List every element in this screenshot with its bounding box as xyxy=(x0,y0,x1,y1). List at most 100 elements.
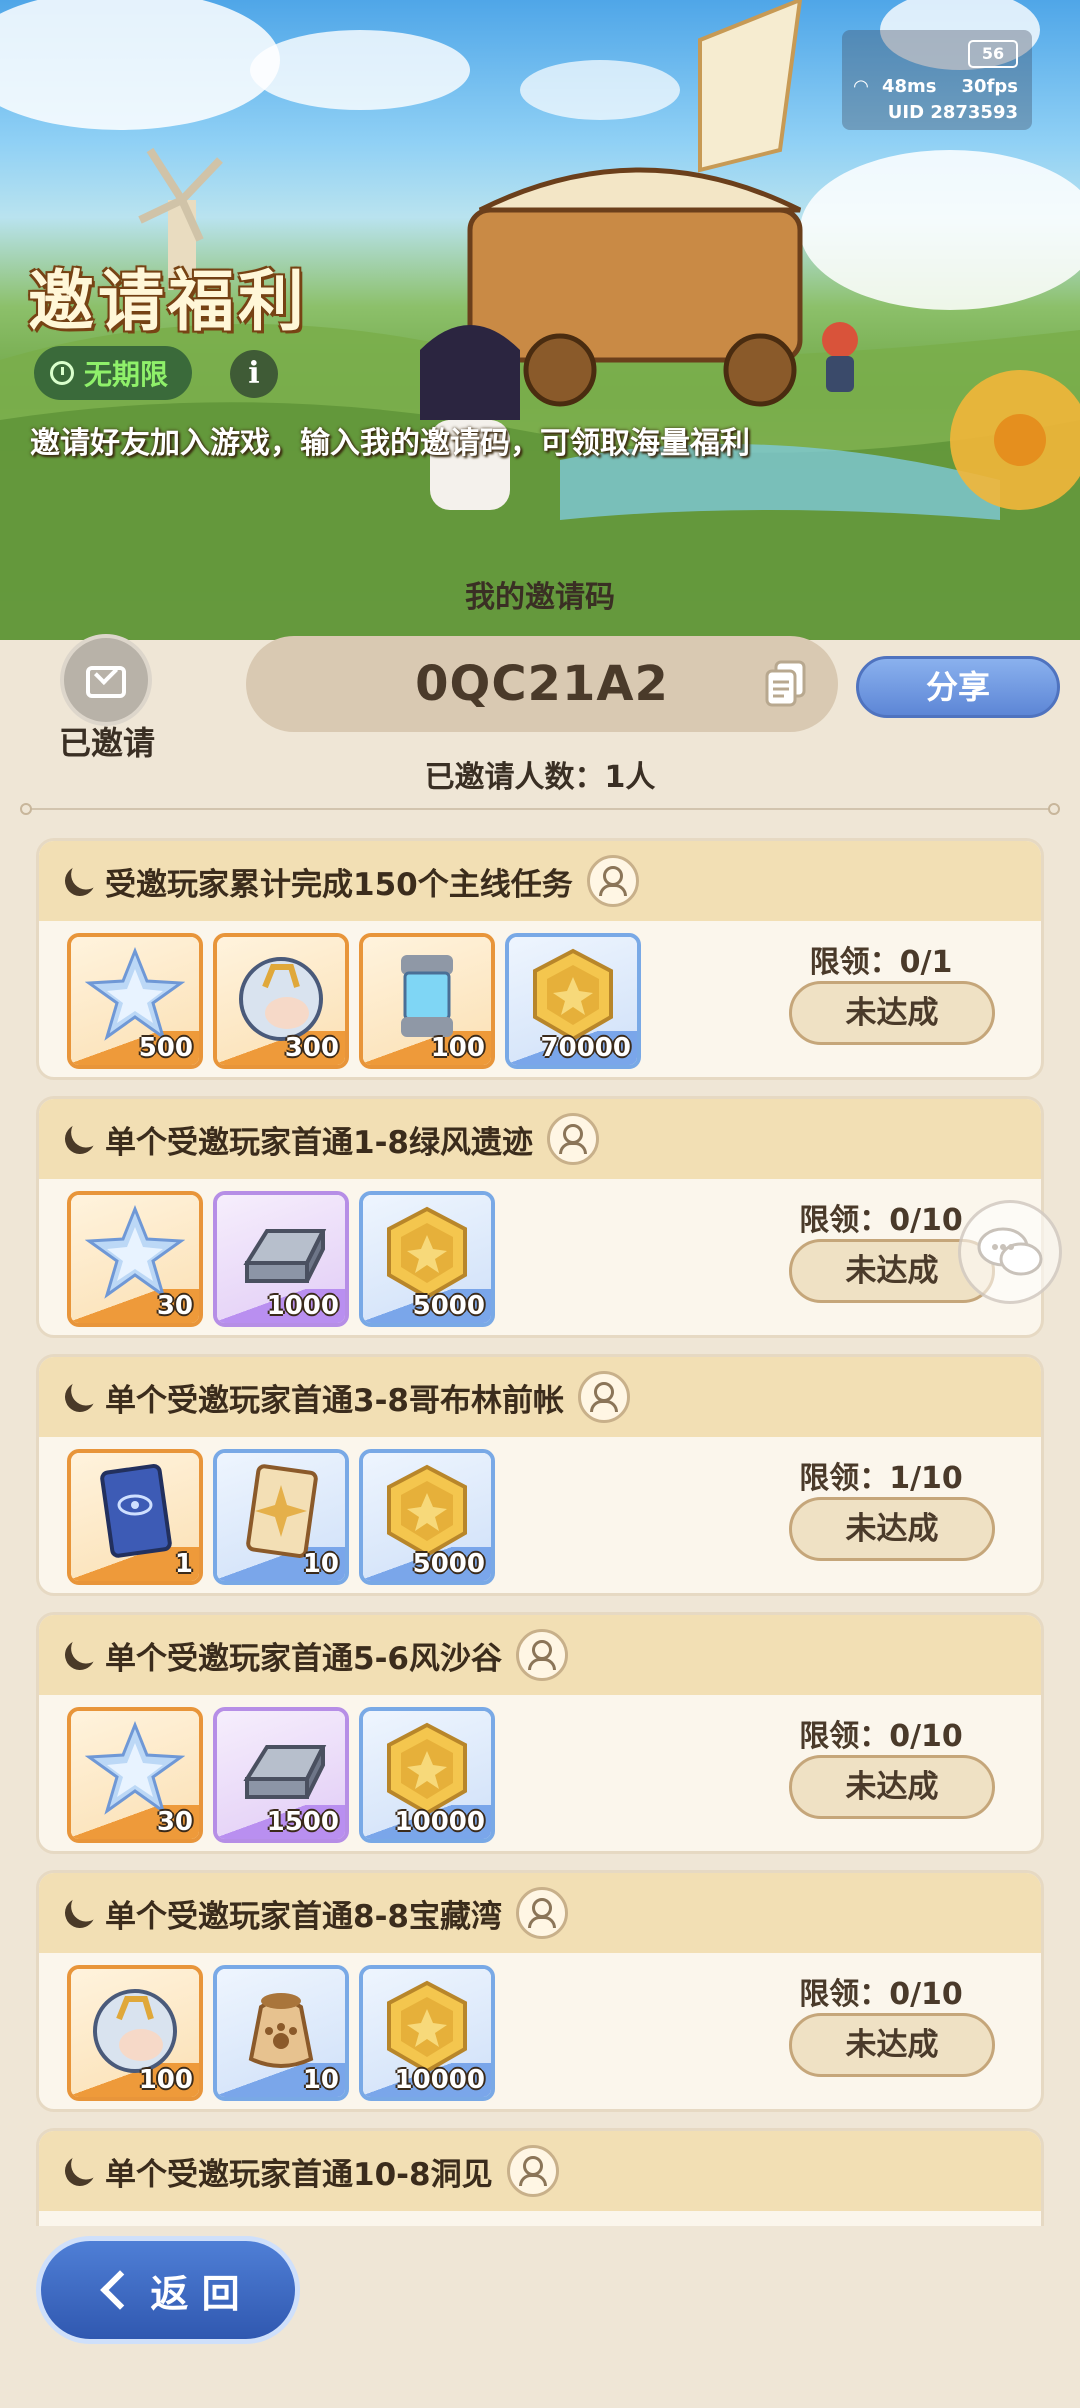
invite-code-field: 0QC21A2 xyxy=(246,636,838,732)
player-avatar-icon[interactable] xyxy=(547,1113,600,1165)
reward-item[interactable]: 100 xyxy=(67,1965,203,2101)
task-card: 单个受邀玩家首通8-8宝藏湾 100 10 10000 限领：0/10 未达成 xyxy=(36,1870,1044,2112)
reward-quantity: 5000 xyxy=(412,1291,485,1321)
reward-list: 100 10 10000 xyxy=(67,1965,495,2101)
reward-item[interactable]: 10000 xyxy=(359,1707,495,1843)
hero-banner: ◠ 56 48ms 30fps UID 2873593 邀请福利 无期限 i 邀… xyxy=(0,0,1080,640)
reward-quantity: 1500 xyxy=(266,1807,339,1837)
reward-quantity: 30 xyxy=(156,1291,193,1321)
reward-item[interactable]: 1 xyxy=(67,1449,203,1585)
reward-quantity: 10000 xyxy=(394,1807,485,1837)
chat-float-button[interactable] xyxy=(958,1200,1062,1304)
reward-item[interactable]: 10 xyxy=(213,1449,349,1585)
back-label: 返 回 xyxy=(150,2271,240,2316)
task-card: 单个受邀玩家首通1-8绿风遗迹 30 1000 5000 限领：0/10 未达成 xyxy=(36,1096,1044,1338)
moon-icon xyxy=(61,862,99,900)
reward-item[interactable]: 10000 xyxy=(359,1965,495,2101)
back-arrow-icon xyxy=(100,2270,141,2310)
moon-icon xyxy=(61,2152,99,2190)
task-title: 单个受邀玩家首通10-8洞见 xyxy=(105,2156,493,2193)
reward-item[interactable]: 30 xyxy=(67,1191,203,1327)
clock-icon xyxy=(50,361,74,385)
not-achieved-button[interactable]: 未达成 xyxy=(789,1497,995,1561)
task-list[interactable]: 受邀玩家累计完成150个主线任务 500 300 100 70000 限领：0/1 未达成单… xyxy=(36,838,1044,2226)
divider xyxy=(20,803,1060,815)
reward-quantity: 10 xyxy=(302,2065,339,2095)
back-button[interactable]: 返 回 xyxy=(36,2236,300,2344)
share-button[interactable]: 分享 xyxy=(856,656,1060,718)
page-title: 邀请福利 xyxy=(28,263,308,340)
reward-item[interactable]: 70000 xyxy=(505,933,641,1069)
reward-list: 500 300 100 70000 xyxy=(67,933,641,1069)
task-header: 单个受邀玩家首通8-8宝藏湾 xyxy=(39,1873,1041,1953)
uid-text: UID 2873593 xyxy=(887,102,1018,123)
player-avatar-icon[interactable] xyxy=(506,2145,559,2197)
reward-item[interactable]: 5000 xyxy=(359,1191,495,1327)
task-card: 单个受邀玩家首通3-8哥布林前帐 1 10 5000 限领：1/10 未达成 xyxy=(36,1354,1044,1596)
not-achieved-button[interactable]: 未达成 xyxy=(789,1755,995,1819)
task-header: 单个受邀玩家首通3-8哥布林前帐 xyxy=(39,1357,1041,1437)
player-avatar-icon[interactable] xyxy=(578,1371,631,1423)
task-title: 单个受邀玩家首通3-8哥布林前帐 xyxy=(105,1382,565,1419)
reward-quantity: 1 xyxy=(174,1549,193,1579)
period-badge: 无期限 xyxy=(34,346,193,400)
reward-quantity: 10000 xyxy=(394,2065,485,2095)
reward-quantity: 100 xyxy=(430,1033,485,1063)
task-title: 单个受邀玩家首通1-8绿风遗迹 xyxy=(105,1124,534,1161)
task-title: 单个受邀玩家首通8-8宝藏湾 xyxy=(105,1898,503,1935)
task-header: 单个受邀玩家首通5-6风沙谷 xyxy=(39,1615,1041,1695)
reward-quantity: 30 xyxy=(156,1807,193,1837)
invited-count: 已邀请人数：1人 xyxy=(424,760,656,795)
info-button[interactable]: i xyxy=(230,350,278,398)
task-title: 单个受邀玩家首通5-6风沙谷 xyxy=(105,1640,503,1677)
player-avatar-icon[interactable] xyxy=(516,1887,569,1939)
invite-code-title: 我的邀请码 xyxy=(465,580,615,615)
reward-quantity: 70000 xyxy=(540,1033,631,1063)
reward-list: 30 1500 10000 xyxy=(67,1707,495,1843)
task-card: 单个受邀玩家首通10-8洞见 xyxy=(36,2128,1044,2226)
hero-description: 邀请好友加入游戏，输入我的邀请码，可领取海量福利 xyxy=(30,426,750,461)
period-text: 无期限 xyxy=(84,358,169,391)
not-achieved-button[interactable]: 未达成 xyxy=(789,981,995,1045)
reward-item[interactable]: 10 xyxy=(213,1965,349,2101)
reward-list: 1 10 5000 xyxy=(67,1449,495,1585)
task-card: 单个受邀玩家首通5-6风沙谷 30 1500 10000 限领：0/10 未达成 xyxy=(36,1612,1044,1854)
claim-limit: 限领：0/1 xyxy=(809,945,953,980)
reward-item[interactable]: 500 xyxy=(67,933,203,1069)
player-avatar-icon[interactable] xyxy=(586,855,639,907)
moon-icon xyxy=(61,1378,99,1416)
player-avatar-icon[interactable] xyxy=(516,1629,569,1681)
reward-item[interactable]: 100 xyxy=(359,933,495,1069)
reward-item[interactable]: 5000 xyxy=(359,1449,495,1585)
moon-icon xyxy=(61,1120,99,1158)
task-header: 受邀玩家累计完成150个主线任务 xyxy=(39,841,1041,921)
claim-limit: 限领：0/10 xyxy=(799,1977,963,2012)
reward-item[interactable]: 1500 xyxy=(213,1707,349,1843)
task-card: 受邀玩家累计完成150个主线任务 500 300 100 70000 限领：0/1 未达成 xyxy=(36,838,1044,1080)
copy-icon[interactable] xyxy=(764,660,808,708)
invited-list-icon[interactable] xyxy=(60,634,152,726)
moon-icon xyxy=(61,1636,99,1674)
fps-text: 30fps xyxy=(961,76,1018,97)
wifi-icon: ◠ xyxy=(854,76,868,97)
task-header: 单个受邀玩家首通1-8绿风遗迹 xyxy=(39,1099,1041,1179)
claim-limit: 限领：0/10 xyxy=(799,1719,963,1754)
task-title: 受邀玩家累计完成150个主线任务 xyxy=(105,866,573,903)
reward-quantity: 100 xyxy=(138,2065,193,2095)
task-header: 单个受邀玩家首通10-8洞见 xyxy=(39,2131,1041,2211)
reward-quantity: 10 xyxy=(302,1549,339,1579)
not-achieved-button[interactable]: 未达成 xyxy=(789,2013,995,2077)
reward-quantity: 1000 xyxy=(266,1291,339,1321)
moon-icon xyxy=(61,1894,99,1932)
chat-bubble-icon xyxy=(977,1227,1043,1276)
reward-item[interactable]: 300 xyxy=(213,933,349,1069)
claim-limit: 限领：1/10 xyxy=(799,1461,963,1496)
ping-text: 48ms xyxy=(882,76,937,97)
battery-indicator: 56 xyxy=(968,40,1018,68)
reward-list: 30 1000 5000 xyxy=(67,1191,495,1327)
reward-item[interactable]: 30 xyxy=(67,1707,203,1843)
reward-quantity: 300 xyxy=(284,1033,339,1063)
reward-quantity: 500 xyxy=(138,1033,193,1063)
reward-item[interactable]: 1000 xyxy=(213,1191,349,1327)
network-status-overlay: ◠ 56 48ms 30fps UID 2873593 xyxy=(842,30,1032,130)
